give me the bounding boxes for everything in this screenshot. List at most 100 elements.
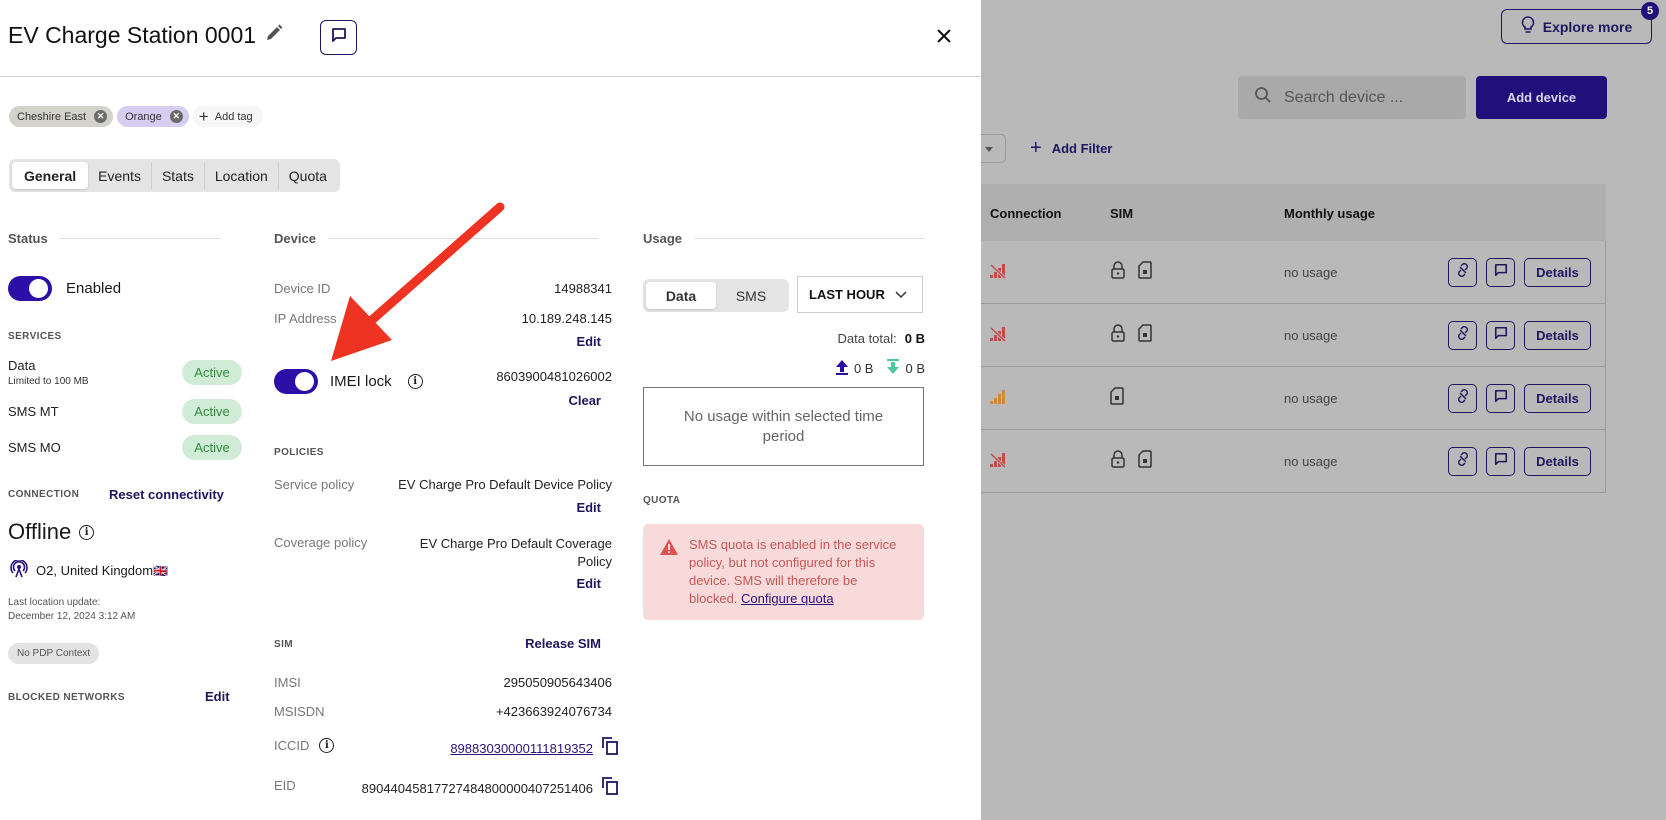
policies-heading: POLICIES [274, 447, 324, 458]
segment-data[interactable]: Data [646, 282, 716, 309]
warning-icon [659, 538, 679, 561]
service-policy-label: Service policy [274, 477, 355, 492]
send-sms-button[interactable] [1486, 447, 1515, 476]
add-tag-button[interactable]: + Add tag [192, 106, 263, 127]
unlink-button[interactable] [1448, 447, 1477, 476]
message-icon [331, 27, 347, 48]
search-input[interactable]: Search device ... [1238, 76, 1466, 119]
status-heading-text: Status [8, 231, 48, 246]
unlink-icon [1455, 451, 1471, 472]
msisdn-value: +423663924076734 [495, 704, 612, 719]
table-row[interactable]: no usage Details [966, 430, 1606, 493]
quota-warning-alert: SMS quota is enabled in the service poli… [643, 524, 924, 620]
details-button[interactable]: Details [1524, 447, 1591, 476]
close-icon [936, 24, 952, 50]
iccid-label: ICCID [274, 738, 310, 753]
details-button[interactable]: Details [1524, 321, 1591, 350]
iccid-link[interactable]: 89883030000111819352 [450, 741, 593, 756]
ip-address-edit-link[interactable]: Edit [576, 334, 601, 349]
send-sms-button[interactable] [1486, 384, 1515, 413]
message-icon [1494, 263, 1508, 282]
message-icon [1494, 326, 1508, 345]
coverage-policy-edit-link[interactable]: Edit [576, 576, 601, 591]
sim-card-icon [1110, 387, 1124, 410]
tag-label: Orange [125, 110, 162, 123]
unlink-icon [1455, 325, 1471, 346]
unlink-button[interactable] [1448, 321, 1477, 350]
device-title: EV Charge Station 0001 [8, 22, 284, 49]
tag-chip[interactable]: Cheshire East ✕ [9, 106, 114, 127]
service-name-sms-mt: SMS MT [8, 404, 59, 419]
ip-address-label: IP Address [274, 311, 337, 326]
row-actions: Details [1448, 321, 1591, 350]
tab-general[interactable]: General [12, 162, 89, 189]
message-icon [1494, 452, 1508, 471]
add-filter-button[interactable]: + Add Filter [1030, 137, 1112, 160]
usage-type-switch: Data SMS [643, 279, 789, 312]
copy-icon[interactable] [601, 776, 619, 801]
connection-state: Offline i [8, 519, 95, 545]
column-header-connection[interactable]: Connection [990, 206, 1062, 221]
details-button[interactable]: Details [1524, 384, 1591, 413]
remove-tag-icon[interactable]: ✕ [169, 110, 183, 123]
column-header-monthly-usage[interactable]: Monthly usage [1284, 206, 1375, 221]
send-sms-button[interactable] [1486, 321, 1515, 350]
monthly-usage-value: no usage [1284, 391, 1338, 406]
imsi-label: IMSI [274, 675, 301, 690]
lock-icon [1110, 450, 1126, 473]
unlink-icon [1455, 388, 1471, 409]
service-name-data: Data [8, 358, 36, 373]
msisdn-label: MSISDN [274, 704, 325, 719]
tab-quota[interactable]: Quota [279, 162, 337, 189]
explore-more-button[interactable]: Explore more 5 [1501, 2, 1659, 44]
reset-connectivity-link[interactable]: Reset connectivity [109, 487, 224, 502]
upload-value: 0 B [853, 361, 874, 376]
pencil-icon[interactable] [264, 22, 284, 49]
blocked-networks-heading: BLOCKED NETWORKS [8, 692, 125, 703]
device-enabled-toggle[interactable] [8, 276, 52, 301]
column-header-sim[interactable]: SIM [1110, 206, 1133, 221]
time-period-select[interactable]: LAST HOUR [797, 276, 923, 313]
tab-stats[interactable]: Stats [152, 162, 205, 189]
close-button[interactable] [932, 25, 956, 49]
blocked-networks-edit-link[interactable]: Edit [205, 689, 230, 704]
imei-lock-toggle[interactable] [274, 369, 318, 394]
imei-clear-link[interactable]: Clear [568, 393, 601, 408]
sim-status [1110, 324, 1152, 347]
drawer-header: EV Charge Station 0001 [0, 0, 981, 77]
chevron-down-icon [895, 287, 907, 302]
send-sms-button[interactable] [320, 20, 357, 55]
unlink-button[interactable] [1448, 258, 1477, 287]
info-icon[interactable]: i [319, 738, 335, 753]
remove-tag-icon[interactable]: ✕ [94, 110, 108, 123]
copy-icon[interactable] [601, 736, 619, 761]
configure-quota-link[interactable]: Configure quota [741, 591, 834, 606]
eid-label: EID [274, 778, 296, 793]
table-row[interactable]: no usage Details [966, 304, 1606, 367]
tab-location[interactable]: Location [205, 162, 279, 189]
table-row[interactable]: no usage Details [966, 241, 1606, 304]
service-status-badge: Active [182, 360, 242, 385]
no-signal-icon [989, 452, 1007, 473]
send-sms-button[interactable] [1486, 258, 1515, 287]
release-sim-link[interactable]: Release SIM [525, 636, 601, 651]
info-icon[interactable]: i [79, 524, 95, 540]
row-actions: Details [1448, 447, 1591, 476]
device-id-value: 14988341 [554, 281, 612, 296]
info-icon[interactable]: i [407, 374, 423, 389]
unlink-button[interactable] [1448, 384, 1477, 413]
tag-chip[interactable]: Orange ✕ [117, 106, 189, 127]
iccid-value-row: 89883030000111819352 [450, 736, 619, 761]
add-device-button[interactable]: Add device [1476, 76, 1607, 119]
segment-sms[interactable]: SMS [716, 282, 786, 309]
details-button[interactable]: Details [1524, 258, 1591, 287]
monthly-usage-value: no usage [1284, 265, 1338, 280]
status-toggle-row: Enabled [8, 276, 121, 301]
monthly-usage-value: no usage [1284, 454, 1338, 469]
iccid-label-row: ICCID i [274, 738, 335, 753]
coverage-policy-value: EV Charge Pro Default Coverage Policy [419, 536, 612, 569]
service-policy-edit-link[interactable]: Edit [576, 500, 601, 515]
service-status-badge: Active [182, 435, 242, 460]
table-row[interactable]: no usage Details [966, 367, 1606, 430]
tab-events[interactable]: Events [88, 162, 152, 189]
